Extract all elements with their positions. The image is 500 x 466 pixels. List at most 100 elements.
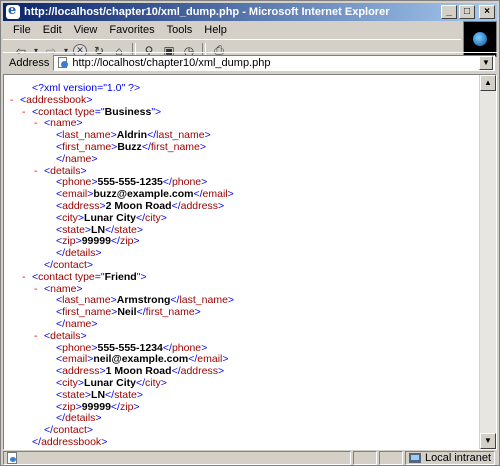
status-empty: [353, 451, 377, 465]
menu-favorites[interactable]: Favorites: [103, 24, 160, 36]
done-page-icon: [7, 452, 17, 464]
xml-token: </: [162, 176, 172, 189]
xml-token: zip: [62, 235, 76, 248]
xml-token: buzz@example.com: [93, 188, 194, 201]
xml-token: >: [194, 306, 201, 319]
xml-token: state: [114, 388, 137, 401]
collapse-toggle[interactable]: -: [34, 330, 44, 343]
xml-token: >: [86, 258, 94, 271]
xml-token: </: [136, 306, 146, 319]
xml-token: >: [86, 93, 93, 106]
xml-token: first_name: [150, 140, 200, 153]
xml-token: </: [171, 199, 181, 212]
xml-token: >: [160, 211, 167, 224]
xml-token: </: [110, 235, 120, 248]
xml-token: Business: [104, 105, 152, 118]
xml-token: details: [50, 164, 81, 177]
xml-token: Friend: [104, 270, 137, 283]
xml-token: >: [91, 317, 98, 330]
menu-bar: File Edit View Favorites Tools Help: [3, 21, 463, 39]
status-bar: Local intranet: [3, 451, 497, 465]
menu-view[interactable]: View: [68, 24, 104, 36]
menu-tools[interactable]: Tools: [161, 24, 199, 36]
xml-line: <first_name>Buzz</first_name>: [10, 140, 234, 154]
xml-token: LN: [91, 223, 106, 236]
menu-edit[interactable]: Edit: [37, 24, 68, 36]
xml-token: details: [65, 247, 96, 260]
xml-token: contact: [53, 258, 87, 271]
xml-token: contact: [38, 270, 72, 283]
xml-token: Aldrin: [116, 129, 148, 142]
xml-token: >: [217, 365, 225, 378]
xml-token: first_name: [62, 140, 112, 153]
zone-label: Local intranet: [425, 452, 492, 464]
xml-token: city: [145, 376, 161, 389]
collapse-toggle[interactable]: -: [22, 106, 32, 119]
menu-file[interactable]: File: [3, 24, 37, 36]
xml-token: >: [136, 388, 144, 401]
xml-token: details: [50, 329, 81, 342]
menu-help[interactable]: Help: [198, 24, 233, 36]
xml-token: </: [44, 424, 54, 437]
xml-token: last_name: [62, 294, 111, 307]
xml-token: first_name: [62, 306, 112, 319]
xml-token: ">: [136, 270, 147, 283]
ie-logo-icon: [6, 3, 20, 19]
xml-token: name: [50, 117, 77, 130]
address-input[interactable]: http://localhost/chapter10/xml_dump.php …: [53, 54, 495, 71]
scroll-down-button[interactable]: ▼: [480, 433, 496, 449]
scroll-up-button[interactable]: ▲: [480, 75, 496, 91]
xml-token: 99999: [81, 235, 111, 248]
xml-token: =": [94, 270, 105, 283]
xml-token: </: [147, 129, 157, 142]
xml-token: last_name: [179, 294, 228, 307]
xml-token: zip: [62, 400, 76, 413]
collapse-toggle[interactable]: -: [34, 283, 44, 296]
xml-token: >: [91, 152, 98, 165]
address-label: Address: [9, 56, 50, 69]
xml-token: </: [193, 188, 203, 201]
xml-token: >: [76, 282, 83, 295]
xml-token: </: [135, 211, 146, 224]
xml-token: >: [227, 188, 234, 201]
xml-token: </: [56, 152, 66, 165]
xml-token: >: [199, 140, 207, 153]
xml-token: contact: [53, 424, 87, 437]
collapse-toggle[interactable]: -: [10, 94, 20, 107]
xml-token: 2 Moon Road: [105, 199, 172, 212]
maximize-button[interactable]: □: [459, 5, 475, 19]
address-dropdown-button[interactable]: ▼: [479, 55, 493, 70]
xml-token: >: [95, 247, 102, 260]
address-bar: Address http://localhost/chapter10/xml_d…: [3, 52, 497, 72]
xml-token: </: [162, 341, 172, 354]
collapse-toggle[interactable]: -: [34, 118, 44, 130]
xml-token: >: [133, 400, 140, 413]
xml-token: </: [105, 388, 115, 401]
xml-token: zip: [119, 235, 134, 248]
xml-token: state: [62, 223, 85, 236]
close-button[interactable]: ×: [479, 5, 495, 19]
xml-line: </addressbook>: [10, 436, 234, 449]
xml-token: email: [62, 188, 88, 201]
xml-token: address: [180, 365, 218, 378]
xml-token: >: [136, 223, 144, 236]
xml-token: >: [133, 235, 140, 248]
xml-token: 555-555-1235: [97, 176, 163, 189]
collapse-toggle[interactable]: -: [34, 165, 44, 178]
xml-token: 555-555-1234: [97, 341, 163, 354]
xml-token: type: [72, 105, 95, 118]
xml-token: phone: [62, 176, 92, 189]
xml-token: >: [222, 353, 229, 366]
xml-token: </: [110, 400, 120, 413]
vertical-scrollbar[interactable]: ▲ ▼: [479, 75, 496, 449]
xml-token: address: [62, 365, 100, 378]
intranet-icon: [409, 453, 421, 463]
xml-token: email: [202, 188, 228, 201]
status-main: [3, 451, 351, 465]
collapse-toggle[interactable]: -: [22, 271, 32, 284]
xml-token: >: [227, 294, 235, 307]
address-url[interactable]: http://localhost/chapter10/xml_dump.php: [72, 57, 270, 69]
minimize-button[interactable]: _: [441, 5, 457, 19]
xml-token: </: [56, 412, 66, 425]
xml-token: Lunar City: [84, 376, 136, 389]
